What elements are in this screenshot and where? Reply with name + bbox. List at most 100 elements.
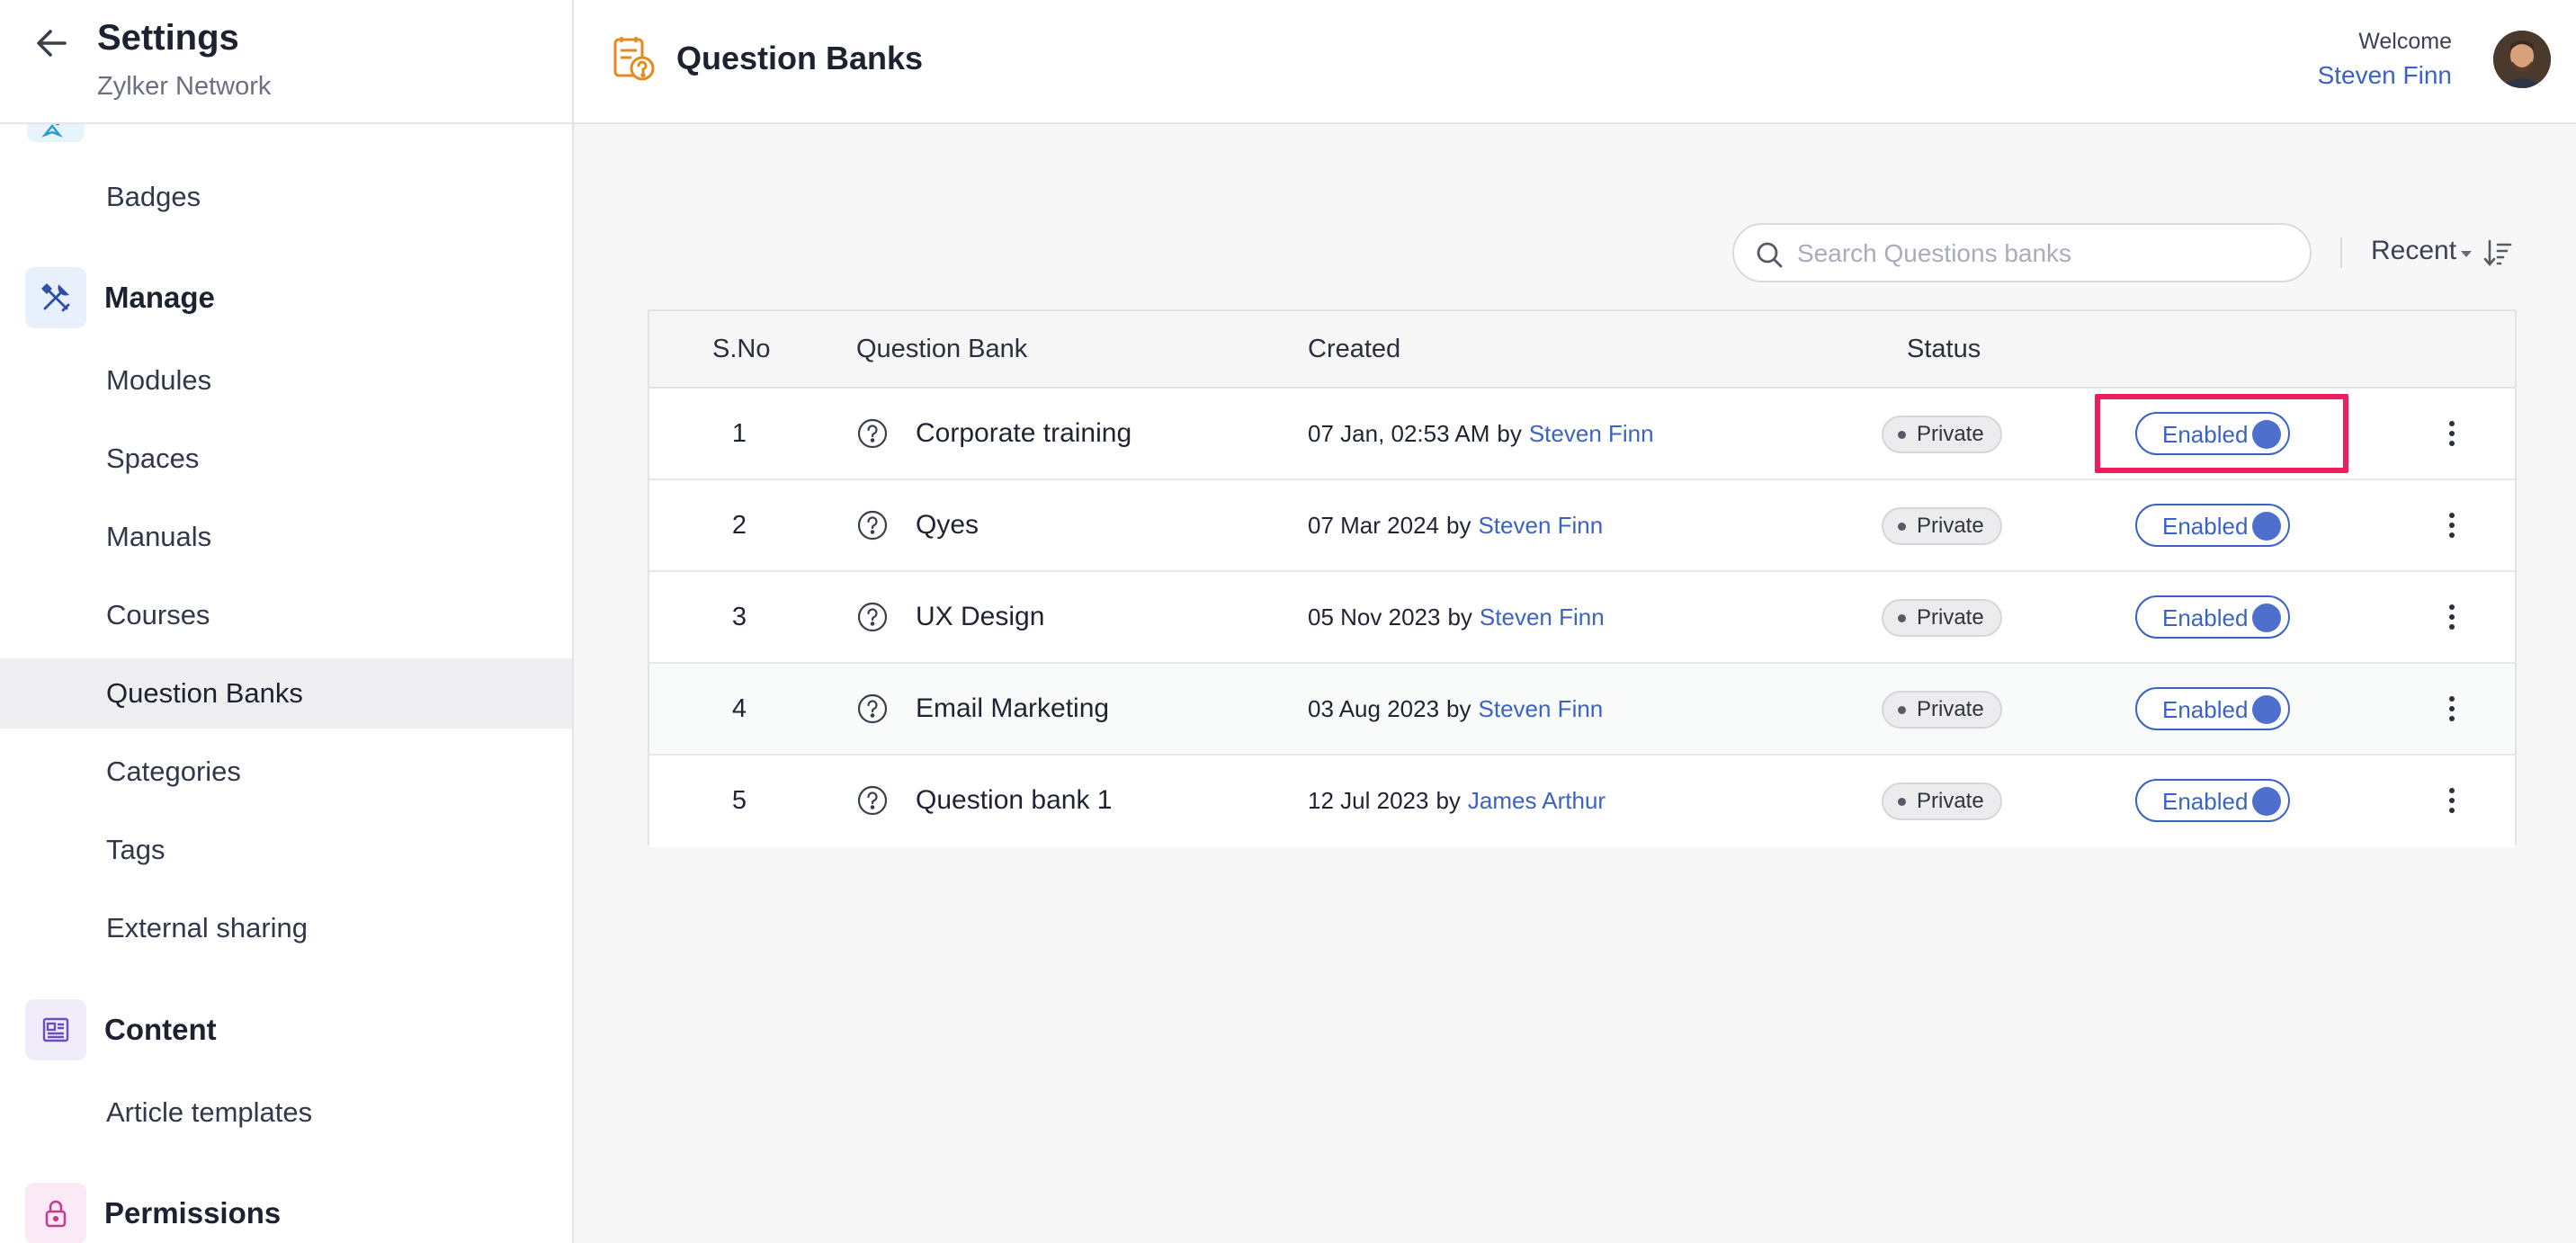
- column-header-sno: S.No: [712, 335, 771, 363]
- sidebar-item-categories[interactable]: Categories: [0, 737, 572, 807]
- row-serial-number: 5: [731, 785, 747, 815]
- search-input[interactable]: [1797, 234, 2283, 273]
- created-by-text: by: [1447, 603, 1472, 630]
- toggle-label: Enabled: [2162, 788, 2249, 815]
- table-row[interactable]: 4 Email Marketing 03 Aug 2023 by Steven …: [649, 664, 2515, 756]
- toggle-knob: [2252, 512, 2281, 541]
- question-bank-name[interactable]: Corporate training: [916, 389, 1131, 478]
- toolbar-divider: [2340, 237, 2342, 268]
- search-box[interactable]: [1732, 223, 2312, 282]
- newspaper-icon: [25, 999, 86, 1060]
- sidebar-title: Settings: [97, 18, 239, 58]
- sidebar-item-spaces[interactable]: Spaces: [0, 424, 572, 494]
- creator-link[interactable]: Steven Finn: [1480, 604, 1605, 631]
- creator-link[interactable]: Steven Finn: [1478, 512, 1603, 540]
- status-dot: [1898, 522, 1906, 531]
- vertical-dots-icon[interactable]: [2436, 417, 2468, 450]
- toggle-knob: [2252, 604, 2281, 632]
- enabled-toggle[interactable]: Enabled: [2135, 412, 2290, 455]
- status-badge: Private: [1882, 507, 2002, 545]
- enabled-toggle[interactable]: Enabled: [2135, 779, 2290, 822]
- table-row[interactable]: 5 Question bank 1 12 Jul 2023 by James A…: [649, 756, 2515, 847]
- table-row[interactable]: 3 UX Design 05 Nov 2023 by Steven Finn P…: [649, 572, 2515, 664]
- sort-descending-icon[interactable]: [2482, 237, 2513, 268]
- column-header-status: Status: [1907, 335, 1981, 363]
- sidebar-item-external-sharing[interactable]: External sharing: [0, 893, 572, 963]
- table-row[interactable]: 2 Qyes 07 Mar 2024 by Steven Finn Privat…: [649, 480, 2515, 572]
- status-badge: Private: [1882, 599, 2002, 637]
- created-info: 07 Mar 2024 by Steven Finn: [1308, 480, 1603, 570]
- enabled-toggle[interactable]: Enabled: [2135, 504, 2290, 547]
- status-label: Private: [1917, 422, 1984, 446]
- status-label: Private: [1917, 789, 1984, 813]
- creator-link[interactable]: Steven Finn: [1529, 420, 1654, 448]
- question-bank-name[interactable]: Question bank 1: [916, 756, 1112, 845]
- top-bar: Question Banks Welcome Steven Finn: [574, 0, 2576, 124]
- created-date: 03 Aug 2023: [1308, 694, 1440, 722]
- status-label: Private: [1917, 514, 1984, 538]
- sidebar-item-article-templates[interactable]: Article templates: [0, 1078, 572, 1148]
- question-bank-name[interactable]: Qyes: [916, 480, 979, 570]
- created-by-text: by: [1497, 419, 1522, 447]
- creator-link[interactable]: Steven Finn: [1479, 695, 1604, 723]
- back-arrow-icon[interactable]: [31, 22, 74, 65]
- sidebar-item-modules[interactable]: Modules: [0, 345, 572, 416]
- sort-dropdown[interactable]: Recent: [2371, 236, 2456, 266]
- content-group-label: Content: [104, 1013, 217, 1046]
- avatar[interactable]: [2493, 31, 2551, 88]
- sidebar-item-manuals[interactable]: Manuals: [0, 502, 572, 572]
- status-dot: [1898, 797, 1906, 806]
- creator-link[interactable]: James Arthur: [1468, 787, 1606, 815]
- row-serial-number: 2: [731, 510, 747, 540]
- enabled-toggle[interactable]: Enabled: [2135, 595, 2290, 639]
- enabled-toggle[interactable]: Enabled: [2135, 687, 2290, 730]
- toggle-label: Enabled: [2162, 421, 2249, 448]
- permissions-group-label: Permissions: [104, 1196, 282, 1230]
- created-date: 12 Jul 2023: [1308, 786, 1429, 814]
- question-circle-icon: [856, 480, 889, 570]
- page-title: Question Banks: [676, 40, 924, 76]
- user-name-link[interactable]: Steven Finn: [2318, 61, 2452, 90]
- vertical-dots-icon[interactable]: [2436, 509, 2468, 541]
- sidebar-group-content: Content: [25, 998, 217, 1061]
- caret-down-icon[interactable]: [2459, 248, 2473, 259]
- welcome-text: Welcome: [2358, 29, 2452, 54]
- question-circle-icon: [856, 389, 889, 478]
- created-date: 07 Mar 2024: [1308, 511, 1439, 539]
- created-info: 07 Jan, 02:53 AM by Steven Finn: [1308, 389, 1654, 478]
- sidebar-header: Settings Zylker Network: [0, 0, 572, 124]
- status-label: Private: [1917, 697, 1984, 721]
- vertical-dots-icon[interactable]: [2436, 693, 2468, 725]
- created-by-text: by: [1446, 694, 1471, 722]
- row-serial-number: 1: [731, 418, 747, 448]
- vertical-dots-icon[interactable]: [2436, 601, 2468, 633]
- sidebar-item-badges[interactable]: Badges: [0, 162, 572, 232]
- question-banks-table: S.No Question Bank Created Status 1 Corp…: [648, 309, 2517, 847]
- table-row[interactable]: 1 Corporate training 07 Jan, 02:53 AM by…: [649, 389, 2515, 480]
- status-dot: [1898, 430, 1906, 439]
- row-serial-number: 4: [731, 693, 747, 723]
- created-by-text: by: [1445, 511, 1471, 539]
- created-info: 12 Jul 2023 by James Arthur: [1308, 756, 1606, 845]
- status-dot: [1898, 613, 1906, 622]
- created-info: 03 Aug 2023 by Steven Finn: [1308, 664, 1603, 754]
- manage-group-label: Manage: [104, 281, 215, 314]
- question-bank-name[interactable]: UX Design: [916, 572, 1044, 662]
- sidebar-item-question-banks[interactable]: Question Banks: [0, 658, 572, 729]
- created-info: 05 Nov 2023 by Steven Finn: [1308, 572, 1605, 662]
- column-header-created: Created: [1308, 335, 1401, 363]
- sidebar-item-tags[interactable]: Tags: [0, 815, 572, 885]
- created-date: 05 Nov 2023: [1308, 603, 1441, 630]
- lock-icon: [25, 1183, 86, 1243]
- toggle-knob: [2252, 695, 2281, 724]
- sidebar-item-courses[interactable]: Courses: [0, 580, 572, 650]
- column-header-question-bank: Question Bank: [856, 335, 1028, 363]
- toggle-label: Enabled: [2162, 696, 2249, 723]
- vertical-dots-icon[interactable]: [2436, 784, 2468, 817]
- search-icon: [1754, 239, 1784, 270]
- table-header: S.No Question Bank Created Status: [649, 311, 2515, 389]
- status-dot: [1898, 705, 1906, 714]
- question-bank-name[interactable]: Email Marketing: [916, 664, 1109, 754]
- sidebar-group-manage: Manage: [25, 266, 215, 329]
- question-circle-icon: [856, 572, 889, 662]
